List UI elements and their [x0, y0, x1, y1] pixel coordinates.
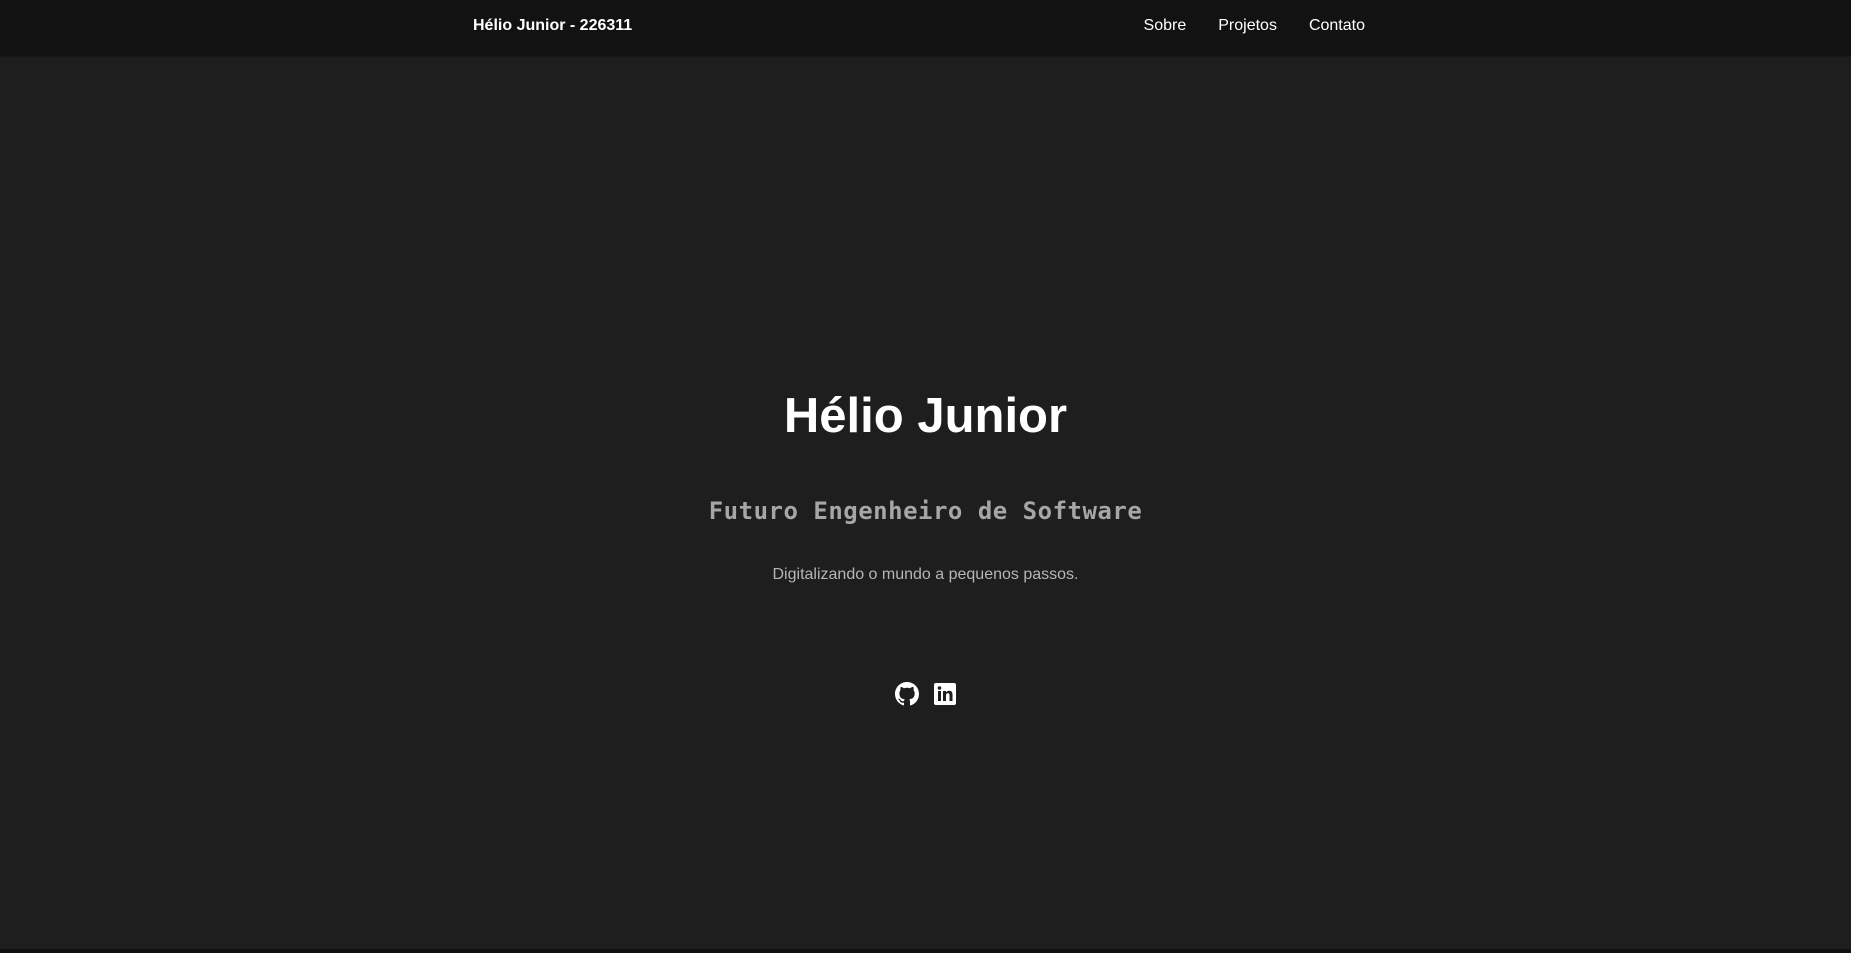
- hero-subtitle: Futuro Engenheiro de Software: [708, 497, 1143, 525]
- navbar: Hélio Junior - 226311 Sobre Projetos Con…: [0, 0, 1851, 57]
- hero-tagline: Digitalizando o mundo a pequenos passos.: [772, 566, 1079, 583]
- hero-section: Hélio Junior Futuro Engenheiro de Softwa…: [0, 56, 1851, 949]
- nav-link-sobre[interactable]: Sobre: [1144, 17, 1187, 35]
- github-icon: [894, 682, 919, 706]
- bottom-edge: [0, 949, 1851, 953]
- hero-title: Hélio Junior: [783, 389, 1068, 443]
- linkedin-icon: [933, 683, 956, 705]
- nav-link-projetos[interactable]: Projetos: [1218, 17, 1277, 35]
- brand-link[interactable]: Hélio Junior - 226311: [473, 17, 632, 35]
- github-link[interactable]: [894, 682, 919, 706]
- nav-link-contato[interactable]: Contato: [1309, 17, 1365, 35]
- social-links: [0, 682, 1851, 706]
- linkedin-link[interactable]: [933, 682, 957, 706]
- nav-links: Sobre Projetos Contato: [1144, 17, 1365, 35]
